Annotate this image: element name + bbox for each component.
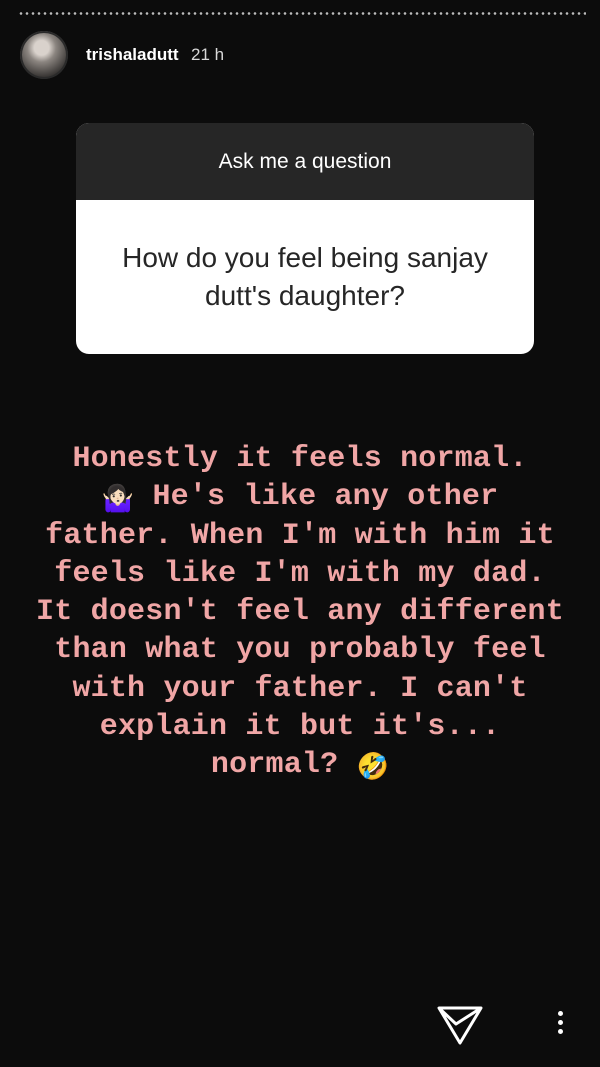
answer-line-2: He's like any other father. When I'm wit… <box>36 480 564 783</box>
shrug-emoji-icon: 🤷🏻‍♀️ <box>101 484 135 515</box>
question-sticker-body: How do you feel being sanjay dutt's daug… <box>76 200 534 354</box>
avatar[interactable] <box>20 31 68 79</box>
laughing-emoji-icon: 🤣 <box>356 752 390 783</box>
answer-text: Honestly it feels normal. 🤷🏻‍♀️ He's lik… <box>30 440 570 785</box>
question-prompt: Ask me a question <box>218 149 392 173</box>
story-progress-bar <box>18 12 586 15</box>
question-sticker[interactable]: Ask me a question How do you feel being … <box>76 123 534 354</box>
username[interactable]: trishaladutt <box>86 45 179 64</box>
timestamp: 21 h <box>191 45 225 64</box>
answer-line-1: Honestly it feels normal. <box>72 442 528 476</box>
story-header: trishaladutt 21 h <box>20 30 224 80</box>
send-icon[interactable] <box>436 1004 484 1046</box>
question-sticker-header: Ask me a question <box>76 123 534 200</box>
more-options-icon[interactable] <box>552 1008 568 1044</box>
question-text: How do you feel being sanjay dutt's daug… <box>122 242 488 311</box>
